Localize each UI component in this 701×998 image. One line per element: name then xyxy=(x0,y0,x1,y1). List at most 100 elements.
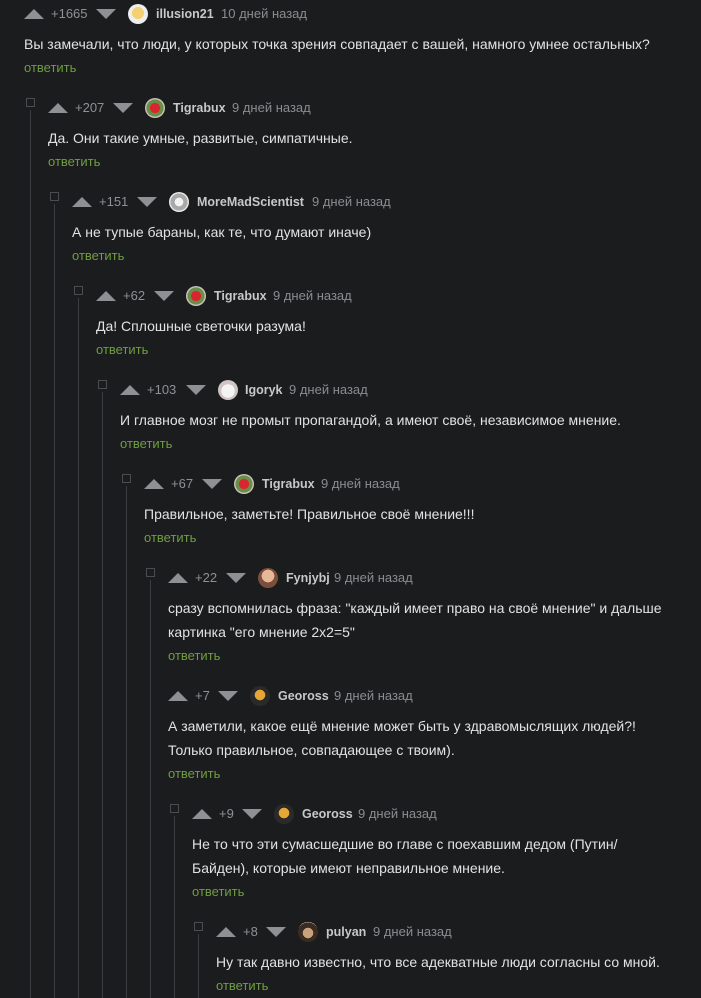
comment-score: +103 xyxy=(147,382,177,397)
reply-link[interactable]: ответить xyxy=(168,766,220,781)
comment-time: 10 дней назад xyxy=(221,6,307,21)
reply-link[interactable]: ответить xyxy=(96,342,148,357)
comment-time: 9 дней назад xyxy=(289,382,368,397)
reply-link[interactable]: ответить xyxy=(72,248,124,263)
reply-link[interactable]: ответить xyxy=(216,978,268,993)
comment: +9 Geoross 9 дней назад Не то что эти су… xyxy=(192,802,701,901)
upvote-icon[interactable] xyxy=(96,291,116,301)
username[interactable]: pulyan xyxy=(326,920,366,944)
upvote-icon[interactable] xyxy=(72,197,92,207)
comment: +207 Tigrabux 9 дней назад Да. Они такие… xyxy=(48,96,701,171)
downvote-icon[interactable] xyxy=(226,573,246,583)
collapse-toggle[interactable] xyxy=(146,568,155,577)
downvote-icon[interactable] xyxy=(186,385,206,395)
comment: +7 Geoross 9 дней назад А заметили, како… xyxy=(168,684,701,783)
downvote-icon[interactable] xyxy=(218,691,238,701)
comment-score: +1665 xyxy=(51,6,88,21)
downvote-icon[interactable] xyxy=(137,197,157,207)
user-avatar[interactable] xyxy=(169,192,189,212)
username[interactable]: Tigrabux xyxy=(214,284,267,308)
user-avatar[interactable] xyxy=(234,474,254,494)
upvote-icon[interactable] xyxy=(48,103,68,113)
downvote-icon[interactable] xyxy=(202,479,222,489)
user-avatar[interactable] xyxy=(145,98,165,118)
comment-score: +9 xyxy=(219,806,234,821)
comment-score: +67 xyxy=(171,476,194,491)
username[interactable]: Tigrabux xyxy=(262,472,315,496)
comment: +1665 illusion21 10 дней назад Вы замеча… xyxy=(24,2,701,77)
downvote-icon[interactable] xyxy=(113,103,133,113)
comment-time: 9 дней назад xyxy=(273,288,352,303)
user-avatar[interactable] xyxy=(250,686,270,706)
user-avatar[interactable] xyxy=(258,568,278,588)
downvote-icon[interactable] xyxy=(242,809,262,819)
comment-text: Не то что эти сумасшедшие во главе с пое… xyxy=(192,836,618,876)
username[interactable]: Tigrabux xyxy=(173,96,226,120)
comment-score: +207 xyxy=(75,100,105,115)
reply-link[interactable]: ответить xyxy=(48,154,100,169)
comment-time: 9 дней назад xyxy=(334,688,413,703)
reply-link[interactable]: ответить xyxy=(144,530,196,545)
thread-line xyxy=(150,580,151,998)
collapse-toggle[interactable] xyxy=(122,474,131,483)
user-avatar[interactable] xyxy=(218,380,238,400)
username[interactable]: MoreMadScientist xyxy=(197,190,304,214)
collapse-toggle[interactable] xyxy=(170,804,179,813)
comment: +151 MoreMadScientist 9 дней назад А не … xyxy=(72,190,701,265)
upvote-icon[interactable] xyxy=(120,385,140,395)
user-avatar[interactable] xyxy=(274,804,294,824)
comment-text: Ну так давно известно, что все адекватны… xyxy=(216,954,660,970)
comment-score: +7 xyxy=(195,688,210,703)
upvote-icon[interactable] xyxy=(168,573,188,583)
reply-link[interactable]: ответить xyxy=(168,648,220,663)
downvote-icon[interactable] xyxy=(266,927,286,937)
comment-header: +151 MoreMadScientist 9 дней назад xyxy=(72,190,701,214)
username[interactable]: Fynjybj xyxy=(286,566,330,590)
downvote-icon[interactable] xyxy=(96,9,116,19)
comment-time: 9 дней назад xyxy=(358,806,437,821)
comment-header: +8 pulyan 9 дней назад xyxy=(216,920,701,944)
upvote-icon[interactable] xyxy=(144,479,164,489)
comment-time: 9 дней назад xyxy=(312,194,391,209)
comment-text: И главное мозг не промыт пропагандой, а … xyxy=(120,412,621,428)
comment-header: +67 Tigrabux 9 дней назад xyxy=(144,472,701,496)
username[interactable]: Geoross xyxy=(302,802,353,826)
comment-time: 9 дней назад xyxy=(321,476,400,491)
collapse-toggle[interactable] xyxy=(50,192,59,201)
comment: +8 pulyan 9 дней назад Ну так давно изве… xyxy=(216,920,701,995)
comment-header: +22 Fynjybj 9 дней назад xyxy=(168,566,701,590)
reply-link[interactable]: ответить xyxy=(192,884,244,899)
comment: +22 Fynjybj 9 дней назад сразу вспомнила… xyxy=(168,566,701,665)
collapse-toggle[interactable] xyxy=(194,922,203,931)
reply-link[interactable]: ответить xyxy=(24,60,76,75)
upvote-icon[interactable] xyxy=(24,9,44,19)
username[interactable]: Geoross xyxy=(278,684,329,708)
collapse-toggle[interactable] xyxy=(98,380,107,389)
comment-score: +8 xyxy=(243,924,258,939)
comment-header: +9 Geoross 9 дней назад xyxy=(192,802,701,826)
user-avatar[interactable] xyxy=(128,4,148,24)
username[interactable]: illusion21 xyxy=(156,2,214,26)
comment-time: 9 дней назад xyxy=(373,924,452,939)
downvote-icon[interactable] xyxy=(154,291,174,301)
comment-text: Правильное, заметьте! Правильное своё мн… xyxy=(144,506,475,522)
upvote-icon[interactable] xyxy=(168,691,188,701)
collapse-toggle[interactable] xyxy=(26,98,35,107)
reply-link[interactable]: ответить xyxy=(120,436,172,451)
comment-text: сразу вспомнилась фраза: "каждый имеет п… xyxy=(168,600,662,640)
comment-text: Вы замечали, что люди, у которых точка з… xyxy=(24,36,650,52)
user-avatar[interactable] xyxy=(186,286,206,306)
upvote-icon[interactable] xyxy=(216,927,236,937)
thread-line xyxy=(174,816,175,998)
user-avatar[interactable] xyxy=(298,922,318,942)
thread-line xyxy=(30,110,31,998)
upvote-icon[interactable] xyxy=(192,809,212,819)
comment: +103 Igoryk 9 дней назад И главное мозг … xyxy=(120,378,701,453)
collapse-toggle[interactable] xyxy=(74,286,83,295)
comment: +67 Tigrabux 9 дней назад Правильное, за… xyxy=(144,472,701,547)
thread-line xyxy=(78,298,79,998)
username[interactable]: Igoryk xyxy=(245,378,283,402)
thread-line xyxy=(54,204,55,998)
comment-time: 9 дней назад xyxy=(232,100,311,115)
comment-score: +62 xyxy=(123,288,146,303)
